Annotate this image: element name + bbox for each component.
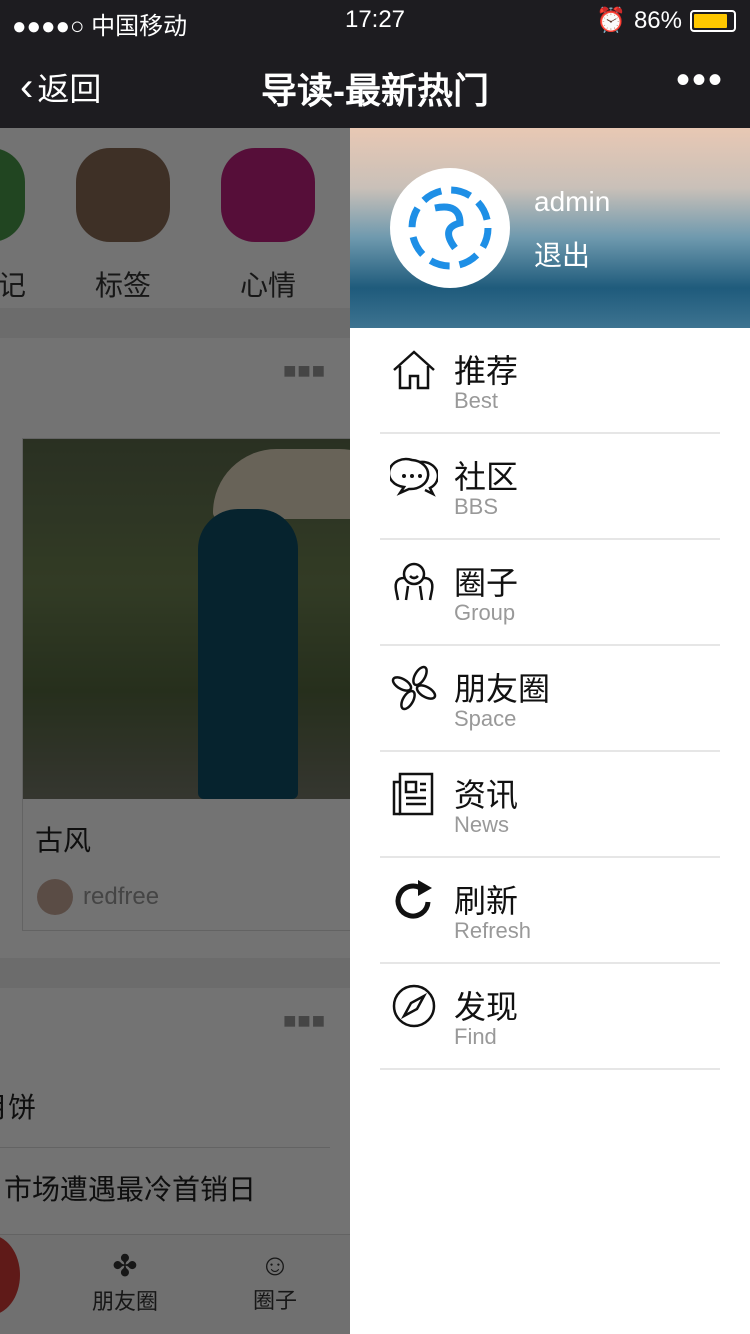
alarm-icon: ⏰	[596, 7, 626, 34]
group-icon	[394, 562, 434, 601]
pinwheel-icon	[391, 665, 437, 711]
menu-title: 刷新	[454, 883, 519, 919]
quick-link[interactable]: 记	[0, 148, 26, 304]
more-dots-icon[interactable]: ■■■	[283, 358, 326, 384]
refresh-icon	[395, 880, 432, 919]
nav-bar: ‹ 返回 导读-最新热门 •••	[0, 40, 750, 128]
page-title: 导读-最新热门	[261, 70, 489, 111]
tab-label: 圈子	[252, 1288, 297, 1313]
battery-icon	[690, 9, 736, 32]
news-title: 月饼	[0, 1092, 37, 1123]
menu-item-bbs[interactable]: 社区 BBS	[380, 434, 720, 540]
menu-subtitle: BBS	[454, 494, 499, 519]
news-item[interactable]: 市场遭遇最冷首销日	[4, 1172, 256, 1208]
quick-link-tags[interactable]: 标签	[75, 148, 171, 304]
group-icon: ☺	[259, 1249, 291, 1282]
menu-title: 发现	[454, 989, 519, 1025]
side-drawer: admin 退出 推荐 Best 社区 BBS 圈子 Group 朋友圈 Space 资…	[350, 128, 750, 1334]
menu-subtitle: Find	[454, 1024, 497, 1049]
quick-link-label: 标签	[94, 270, 151, 301]
mood-icon	[221, 148, 315, 242]
menu-subtitle: Space	[454, 706, 517, 731]
more-dots-icon[interactable]: ■■■	[283, 1008, 326, 1034]
battery-percent: 86%	[633, 6, 682, 34]
tab-group[interactable]: ☺ 圈子	[225, 1249, 325, 1315]
news-section: ■■■ 月饼 市场遭遇最冷首销日	[0, 988, 350, 1234]
pinwheel-icon: ✤	[112, 1250, 138, 1283]
quick-link-label: 记	[0, 270, 26, 301]
tab-bar: ✤ 朋友圈 ☺ 圈子	[0, 1234, 350, 1334]
more-button[interactable]: •••	[676, 58, 724, 103]
photo	[23, 439, 350, 799]
tab-moments[interactable]: ✤ 朋友圈	[75, 1249, 175, 1316]
menu-title: 朋友圈	[454, 671, 551, 707]
menu-item-space[interactable]: 朋友圈 Space	[380, 646, 720, 752]
card-author: redfree	[83, 883, 160, 910]
menu-item-news[interactable]: 资讯 News	[380, 752, 720, 858]
menu-title: 社区	[454, 459, 519, 495]
avatar[interactable]	[390, 168, 510, 288]
quick-links: 记 标签 心情	[0, 128, 350, 308]
menu-title: 圈子	[454, 565, 519, 601]
menu-subtitle: News	[454, 812, 510, 837]
chat-icon	[390, 457, 438, 497]
logout-link[interactable]: 退出	[534, 234, 590, 274]
menu-subtitle: Best	[454, 388, 499, 413]
news-icon	[392, 772, 434, 816]
menu-item-best[interactable]: 推荐 Best	[380, 328, 720, 434]
username: admin	[534, 186, 611, 217]
menu-title: 资讯	[454, 777, 519, 813]
menu-item-group[interactable]: 圈子 Group	[380, 540, 720, 646]
menu-item-refresh[interactable]: 刷新 Refresh	[380, 858, 720, 964]
menu-item-find[interactable]: 发现 Find	[380, 964, 720, 1070]
main-page-dimmed[interactable]: 记 标签 心情 ■■■ 古风 redfree2 ■■■ 月饼 市场遭遇最冷首销日…	[0, 128, 350, 1334]
photo-card[interactable]: 古风 redfree2	[22, 438, 350, 931]
home-icon	[393, 350, 435, 390]
menu-subtitle: Refresh	[454, 918, 532, 943]
dragon-logo-icon	[408, 186, 492, 270]
quick-link-mood[interactable]: 心情	[220, 148, 316, 304]
menu-subtitle: Group	[454, 600, 516, 625]
quick-link-label: 心情	[239, 270, 296, 301]
tab-label: 朋友圈	[91, 1289, 158, 1314]
status-bar: ●●●●○ 中国移动 17:27 ⏰ 86%	[0, 0, 750, 40]
tag-icon	[76, 148, 170, 242]
drawer-header: admin 退出	[350, 128, 750, 328]
fab-button[interactable]	[0, 1235, 20, 1315]
drawer-menu: 推荐 Best 社区 BBS 圈子 Group 朋友圈 Space 资讯 News 刷新 R…	[350, 328, 750, 1070]
news-title: 市场遭遇最冷首销日	[4, 1174, 257, 1205]
compass-icon	[392, 984, 436, 1028]
avatar	[37, 879, 73, 915]
news-item[interactable]: 月饼	[0, 1068, 330, 1148]
menu-title: 推荐	[454, 353, 519, 389]
card-title: 古风	[35, 825, 92, 856]
